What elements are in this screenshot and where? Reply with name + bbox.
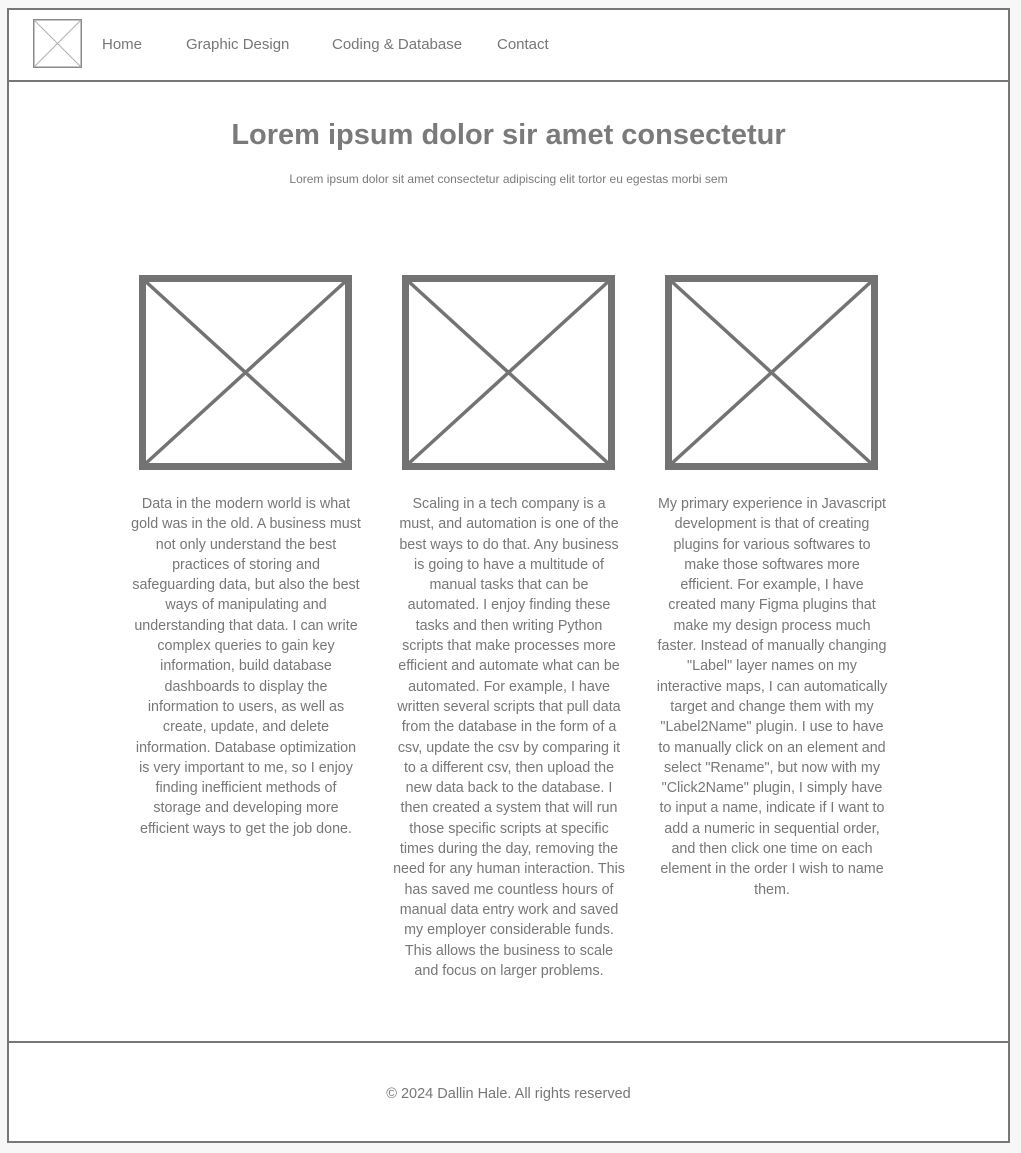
site-header: Home Graphic Design Coding & Database Co… [9, 10, 1008, 82]
site-footer: © 2024 Dallin Hale. All rights reserved [9, 1041, 1008, 1143]
database-description: Data in the modern world is what gold wa… [131, 496, 361, 837]
image-placeholder-icon [665, 275, 878, 470]
nav-home[interactable]: Home [102, 35, 142, 55]
nav-graphic-design[interactable]: Graphic Design [186, 35, 289, 55]
page-frame: Home Graphic Design Coding & Database Co… [7, 8, 1010, 1143]
image-placeholder-icon [139, 275, 352, 470]
copyright-text: © 2024 Dallin Hale. All rights reserved [386, 1086, 631, 1102]
nav-contact[interactable]: Contact [497, 35, 549, 55]
page-subtitle: Lorem ipsum dolor sit amet consectetur a… [289, 172, 728, 186]
nav-coding-database[interactable]: Coding & Database [332, 35, 462, 55]
image-placeholder-icon [402, 275, 615, 470]
automation-description: Scaling in a tech company is a must, and… [393, 496, 625, 979]
page-title: Lorem ipsum dolor sir amet consectetur [231, 119, 786, 151]
javascript-description: My primary experience in Javascript deve… [656, 496, 888, 898]
logo-placeholder-icon[interactable] [33, 19, 82, 68]
